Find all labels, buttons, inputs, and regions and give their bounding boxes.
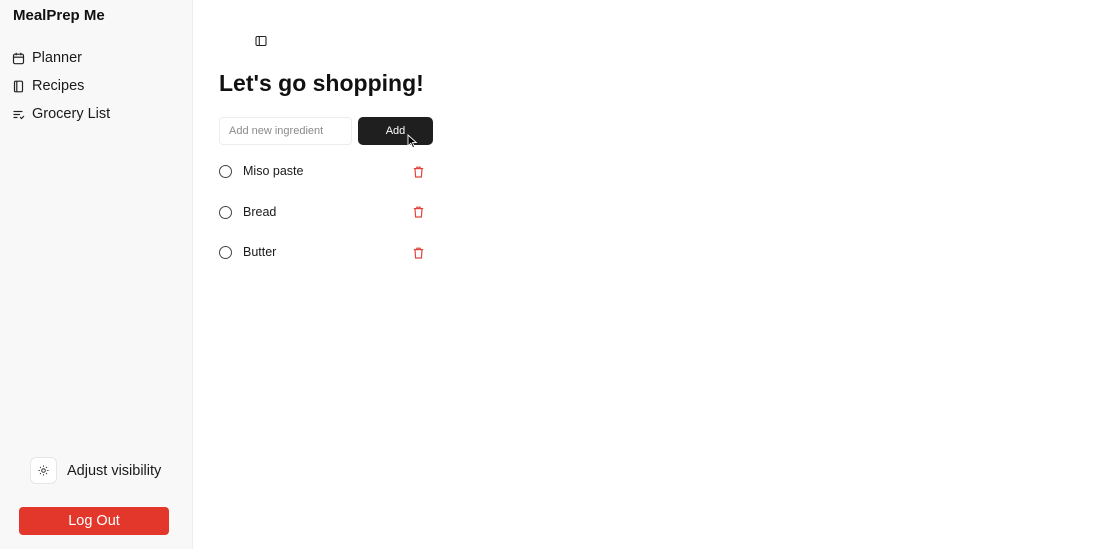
sidebar-nav: Planner Recipes Grocery List <box>12 44 184 128</box>
list-item: Bread <box>219 202 429 243</box>
sidebar-toggle-button[interactable] <box>253 33 269 49</box>
adjust-visibility-label: Adjust visibility <box>67 462 162 479</box>
sun-icon <box>30 457 57 484</box>
sidebar-toggle-icon <box>255 35 267 47</box>
item-name: Miso paste <box>243 164 304 178</box>
app-title: MealPrep Me <box>13 7 105 24</box>
sidebar: MealPrep Me Planner Recipes Grocery List… <box>0 0 193 549</box>
sidebar-item-planner[interactable]: Planner <box>12 44 184 72</box>
list-item: Butter <box>219 242 429 283</box>
trash-icon[interactable] <box>412 206 424 219</box>
item-checkbox[interactable] <box>219 246 232 259</box>
trash-icon[interactable] <box>412 165 424 178</box>
item-name: Bread <box>243 204 277 219</box>
page-title: Let's go shopping! <box>219 70 424 96</box>
sidebar-item-label: Recipes <box>32 78 85 94</box>
item-checkbox[interactable] <box>219 205 232 219</box>
sidebar-item-recipes[interactable]: Recipes <box>12 72 184 100</box>
list-item: Miso paste <box>219 161 429 202</box>
calendar-icon <box>12 52 25 65</box>
item-name: Butter <box>243 245 277 259</box>
logout-button[interactable]: Log Out <box>19 507 169 535</box>
book-icon <box>12 80 25 93</box>
trash-icon[interactable] <box>412 246 424 259</box>
grocery-list: Miso paste Bread Butter <box>219 161 429 283</box>
add-button[interactable]: Add <box>358 117 433 145</box>
list-icon <box>12 108 25 121</box>
sidebar-item-label: Grocery List <box>32 106 111 122</box>
item-checkbox[interactable] <box>219 165 232 178</box>
sidebar-item-label: Planner <box>32 50 82 66</box>
ingredient-input[interactable] <box>219 117 352 145</box>
sidebar-item-grocery-list[interactable]: Grocery List <box>12 100 184 128</box>
adjust-visibility-button[interactable]: Adjust visibility <box>30 457 161 484</box>
